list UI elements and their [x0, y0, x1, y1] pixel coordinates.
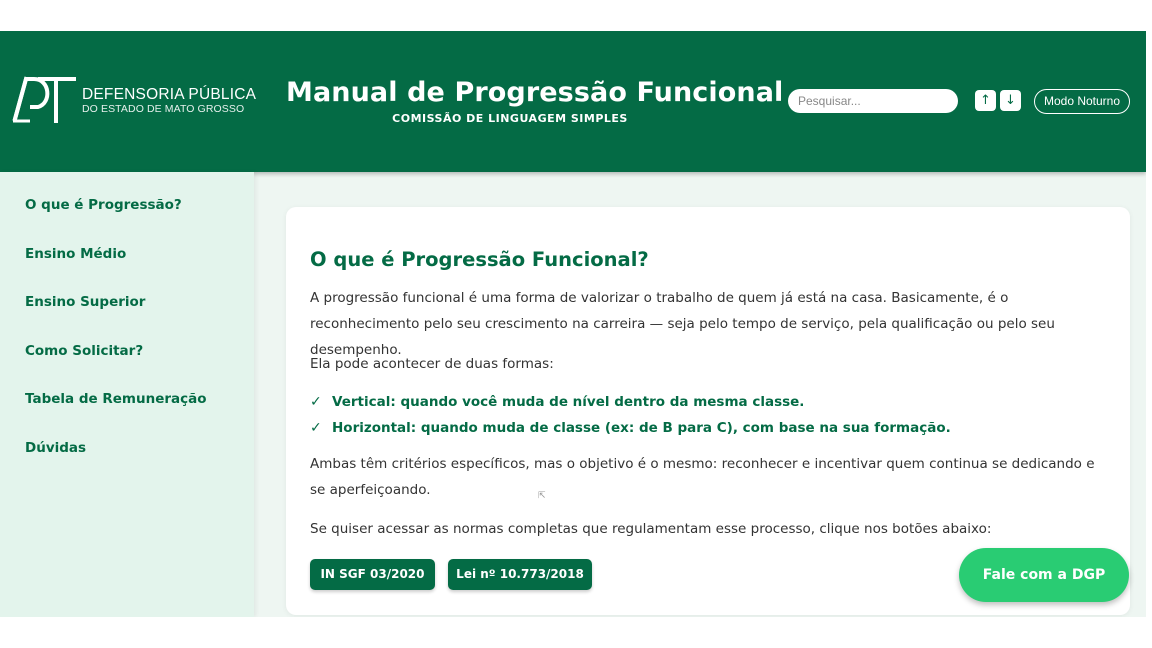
logo-name: DEFENSORIA PÚBLICA: [82, 86, 257, 103]
norms-intro: Se quiser acessar as normas completas qu…: [310, 521, 992, 537]
search-input[interactable]: [788, 89, 958, 113]
objective-paragraph: Ambas têm critérios específicos, mas o o…: [310, 456, 1095, 498]
sidebar-item-tabela-remuneracao[interactable]: Tabela de Remuneração: [25, 391, 207, 407]
page-subtitle: COMISSÃO DE LINGUAGEM SIMPLES: [392, 112, 628, 125]
sidebar-item-como-solicitar[interactable]: Como Solicitar?: [25, 343, 143, 359]
search-prev-button[interactable]: ↑: [975, 90, 996, 111]
header: DEFENSORIA PÚBLICA DO ESTADO DE MATO GRO…: [0, 31, 1146, 172]
logo: DEFENSORIA PÚBLICA DO ESTADO DE MATO GRO…: [12, 75, 256, 127]
form-item-label: Vertical: quando você muda de nível dent…: [332, 394, 805, 410]
sidebar-item-duvidas[interactable]: Dúvidas: [25, 440, 86, 456]
mouse-cursor-icon: ⇱: [538, 491, 546, 501]
sidebar-item-ensino-medio[interactable]: Ensino Médio: [25, 246, 126, 262]
section-heading: O que é Progressão Funcional?: [310, 248, 649, 271]
form-item-vertical: ✓ Vertical: quando você muda de nível den…: [310, 394, 804, 410]
dp-logo-icon: [12, 76, 76, 123]
in-sgf-button[interactable]: IN SGF 03/2020: [310, 559, 435, 590]
forms-intro: Ela pode acontecer de duas formas:: [310, 356, 554, 372]
sidebar: O que é Progressão? Ensino Médio Ensino …: [0, 172, 254, 617]
lei-button[interactable]: Lei nº 10.773/2018: [448, 559, 592, 590]
title-block: Manual de Progressão Funcional COMISSÃO …: [286, 77, 784, 125]
night-mode-button[interactable]: Modo Noturno: [1034, 89, 1130, 114]
logo-subname: DO ESTADO DE MATO GROSSO: [82, 103, 245, 115]
check-icon: ✓: [310, 394, 322, 410]
contact-dgp-button[interactable]: Fale com a DGP: [959, 548, 1129, 602]
sidebar-item-progressao[interactable]: O que é Progressão?: [25, 197, 182, 213]
sidebar-item-ensino-superior[interactable]: Ensino Superior: [25, 294, 145, 310]
check-icon: ✓: [310, 420, 322, 436]
form-item-horizontal: ✓ Horizontal: quando muda de classe (ex: …: [310, 420, 951, 436]
search-next-button[interactable]: ↓: [1000, 90, 1021, 111]
app-frame: DEFENSORIA PÚBLICA DO ESTADO DE MATO GRO…: [0, 31, 1146, 617]
page-title: Manual de Progressão Funcional: [286, 77, 784, 108]
form-item-label: Horizontal: quando muda de classe (ex: d…: [332, 420, 951, 436]
